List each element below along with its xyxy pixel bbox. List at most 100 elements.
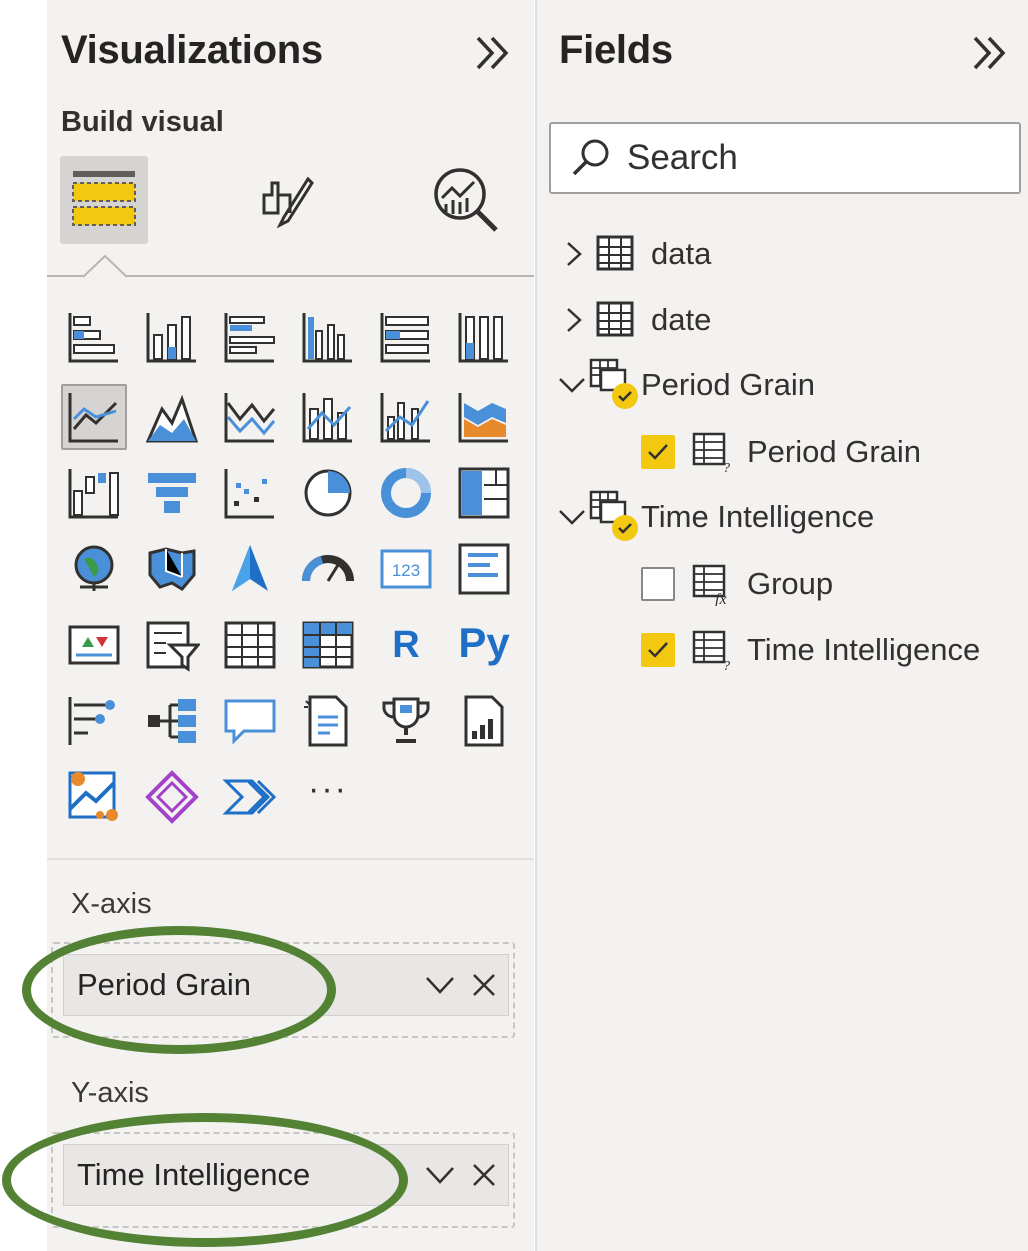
pie-chart-icon[interactable] <box>295 460 361 526</box>
chevron-down-icon[interactable] <box>420 965 460 1005</box>
metrics-icon[interactable] <box>373 688 439 754</box>
fields-title: Fields <box>559 28 673 72</box>
build-visual-label: Build visual <box>61 106 224 138</box>
stacked-column-chart-icon[interactable] <box>139 304 205 370</box>
checkbox-checked[interactable] <box>641 435 675 469</box>
area-chart-icon[interactable] <box>139 384 205 450</box>
svg-text:fx: fx <box>715 591 727 606</box>
line-and-clustered-column-chart-icon[interactable] <box>373 384 439 450</box>
table-fields-icon <box>72 171 136 226</box>
y-axis-label: Y-axis <box>71 1077 149 1109</box>
matrix-icon[interactable] <box>295 612 361 678</box>
calc-item-label: Period Grain <box>747 434 922 469</box>
azure-map-icon[interactable] <box>217 536 283 602</box>
calculation-item-icon: ? <box>692 630 730 672</box>
chevron-down-icon[interactable] <box>420 1155 460 1195</box>
line-chart-icon[interactable] <box>61 384 127 450</box>
x-axis-field-label: Period Grain <box>77 967 252 1002</box>
search-icon <box>572 139 609 176</box>
x-axis-field-pill[interactable]: Period Grain <box>63 954 509 1016</box>
svg-text:?: ? <box>723 461 730 474</box>
stacked-area-chart-icon[interactable] <box>217 384 283 450</box>
more-visuals-icon[interactable]: ··· <box>295 756 361 822</box>
section-divider <box>47 858 534 860</box>
chevron-right-icon[interactable] <box>559 239 589 269</box>
clustered-bar-chart-icon[interactable] <box>217 304 283 370</box>
visualizations-pane: Visualizations Build visual 123 R Py ···… <box>47 0 534 1251</box>
svg-text:?: ? <box>723 659 730 672</box>
ribbon-chart-icon[interactable] <box>451 384 517 450</box>
python-visual-icon[interactable]: Py <box>451 610 517 676</box>
calc-item-time-intelligence[interactable]: ? Time Intelligence <box>641 625 980 675</box>
analytics-tab[interactable] <box>422 156 510 244</box>
y-axis-field-label: Time Intelligence <box>77 1157 311 1192</box>
kpi-icon[interactable] <box>61 612 127 678</box>
calc-item-label: Group <box>747 566 834 601</box>
power-apps-icon[interactable] <box>139 764 205 830</box>
magnifier-chart-icon <box>434 168 498 232</box>
collapse-fields-icon[interactable] <box>969 30 1015 76</box>
line-and-stacked-column-chart-icon[interactable] <box>295 384 361 450</box>
100-percent-stacked-bar-chart-icon[interactable] <box>373 304 439 370</box>
gauge-icon[interactable] <box>295 536 361 602</box>
clustered-column-chart-icon[interactable] <box>295 304 361 370</box>
checkmark-icon <box>648 642 668 658</box>
calc-item-period-grain[interactable]: ? Period Grain <box>641 427 921 477</box>
x-axis-well[interactable]: Period Grain <box>51 942 515 1038</box>
donut-chart-icon[interactable] <box>373 460 439 526</box>
paintbrush-icon <box>262 176 314 229</box>
table-label: data <box>651 236 712 271</box>
paginated-report-icon[interactable] <box>451 688 517 754</box>
slicer-icon[interactable] <box>139 612 205 678</box>
table-label: date <box>651 302 712 337</box>
chevron-right-icon[interactable] <box>559 305 589 335</box>
scatter-chart-icon[interactable] <box>217 460 283 526</box>
checkmark-icon <box>648 444 668 460</box>
format-visual-tab[interactable] <box>241 156 329 244</box>
y-axis-well[interactable]: Time Intelligence <box>51 1132 515 1228</box>
map-icon[interactable] <box>61 536 127 602</box>
r-visual-icon[interactable]: R <box>373 612 439 678</box>
stacked-bar-chart-icon[interactable] <box>61 304 127 370</box>
multi-row-card-icon[interactable] <box>451 536 517 602</box>
table-icon <box>596 235 634 271</box>
calc-group-label: Period Grain <box>641 367 816 402</box>
chevron-down-icon[interactable] <box>557 370 587 400</box>
table-data[interactable]: data <box>559 229 711 279</box>
calc-group-time-intelligence[interactable]: Time Intelligence <box>557 490 875 542</box>
calc-column-group[interactable]: fx Group <box>641 559 833 609</box>
table-icon[interactable] <box>217 612 283 678</box>
decomposition-tree-icon[interactable] <box>139 688 205 754</box>
100-percent-stacked-column-chart-icon[interactable] <box>451 304 517 370</box>
svg-text:123: 123 <box>392 561 420 580</box>
calculation-group-checked-icon <box>589 358 638 409</box>
arcgis-map-icon[interactable] <box>61 764 127 830</box>
funnel-chart-icon[interactable] <box>139 460 205 526</box>
chevron-down-icon[interactable] <box>557 502 587 532</box>
qa-icon[interactable] <box>217 688 283 754</box>
table-icon <box>596 301 634 337</box>
filled-map-icon[interactable] <box>139 536 205 602</box>
fields-search-box[interactable] <box>549 122 1021 194</box>
table-date[interactable]: date <box>559 295 711 345</box>
treemap-icon[interactable] <box>451 460 517 526</box>
visualizations-title: Visualizations <box>61 28 323 72</box>
checkbox-checked[interactable] <box>641 633 675 667</box>
collapse-visualizations-icon[interactable] <box>472 30 518 76</box>
fields-pane: Fields data date Period Grain <box>535 0 1028 1251</box>
close-icon[interactable] <box>464 965 504 1005</box>
power-automate-icon[interactable] <box>217 764 283 830</box>
close-icon[interactable] <box>464 1155 504 1195</box>
calc-group-period-grain[interactable]: Period Grain <box>557 358 816 410</box>
build-visual-tab[interactable] <box>60 156 148 244</box>
smart-narrative-icon[interactable] <box>295 688 361 754</box>
checkbox-unchecked[interactable] <box>641 567 675 601</box>
waterfall-chart-icon[interactable] <box>61 460 127 526</box>
y-axis-field-pill[interactable]: Time Intelligence <box>63 1144 509 1206</box>
key-influencers-icon[interactable] <box>61 688 127 754</box>
card-icon[interactable]: 123 <box>373 536 439 602</box>
search-input[interactable] <box>627 138 1007 178</box>
calc-group-label: Time Intelligence <box>641 499 875 534</box>
calculation-item-icon: ? <box>692 432 730 474</box>
calculated-column-icon: fx <box>692 564 727 606</box>
